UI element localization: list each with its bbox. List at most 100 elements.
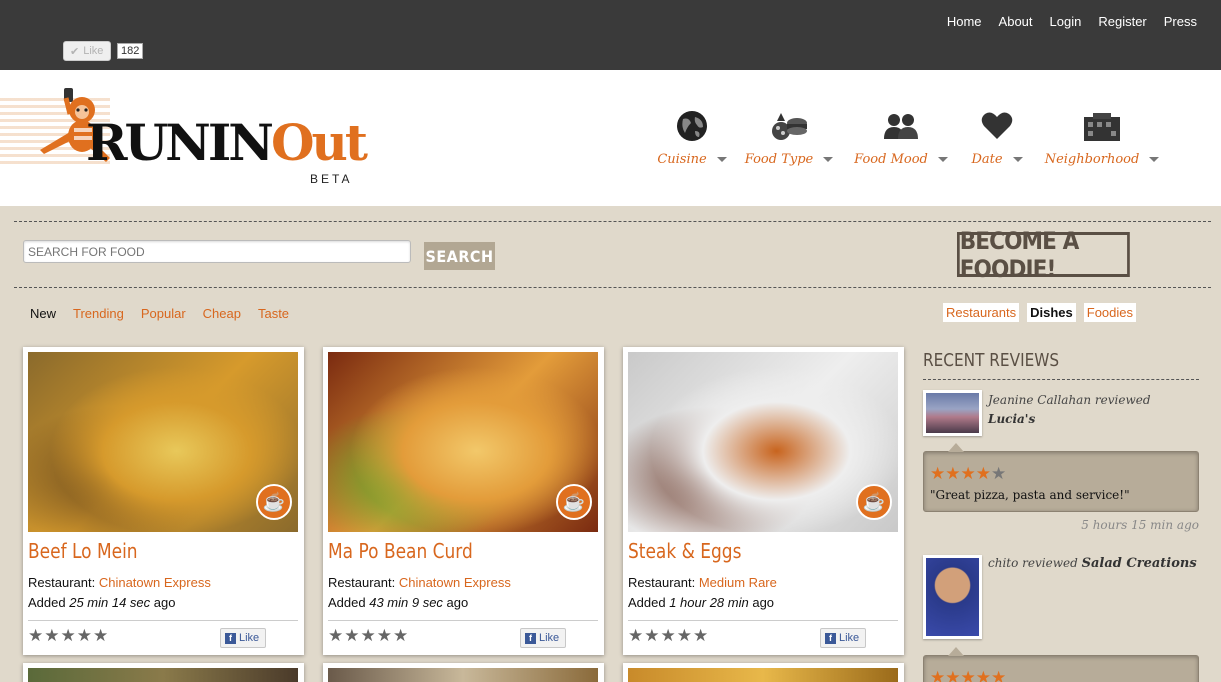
filter-popular[interactable]: Popular xyxy=(141,306,186,321)
facebook-like-button[interactable]: ✔ Like xyxy=(63,41,111,61)
ago-label: ago xyxy=(752,595,775,610)
star-icon: ★ xyxy=(960,464,976,483)
toggle-restaurants[interactable]: Restaurants xyxy=(943,303,1020,322)
added-time: 25 min 14 sec xyxy=(69,595,151,610)
star-icon: ★ xyxy=(76,626,93,645)
dish-bowl-icon: ☕ xyxy=(856,484,892,520)
filter-new[interactable]: New xyxy=(30,306,56,321)
facebook-icon: f xyxy=(525,632,536,644)
category-food-type[interactable]: Food Type xyxy=(745,108,830,167)
divider xyxy=(14,287,1211,288)
toggle-dishes[interactable]: Dishes xyxy=(1027,303,1076,322)
dish-rating[interactable]: ★★★★★ xyxy=(328,626,409,646)
dish-card[interactable]: ☕ Steak & Eggs Restaurant: Medium Rare A… xyxy=(623,347,904,655)
star-icon: ★ xyxy=(628,626,645,645)
star-icon: ★ xyxy=(644,626,661,645)
star-icon: ★ xyxy=(93,626,110,645)
review-place[interactable]: Salad Creations xyxy=(1082,556,1197,571)
dish-rating[interactable]: ★★★★★ xyxy=(628,626,709,646)
category-neighborhood[interactable]: Neighborhood xyxy=(1045,108,1154,167)
category-cuisine-label: Cuisine xyxy=(657,152,726,167)
category-nav: Cuisine Food Type Food Mood Date Neighbo… xyxy=(656,108,1154,167)
nav-home-link[interactable]: Home xyxy=(947,14,982,29)
review-bubble: ★★★★★ "Great pizza, pasta and service!" xyxy=(923,443,1199,512)
added-label: Added xyxy=(28,595,66,610)
dish-photo xyxy=(328,668,598,682)
review-place[interactable]: Lucia's xyxy=(988,412,1035,426)
star-icon: ★ xyxy=(360,626,377,645)
check-icon: ✔ xyxy=(70,45,80,58)
added-time: 43 min 9 sec xyxy=(369,595,443,610)
avatar[interactable] xyxy=(923,390,982,436)
category-cuisine[interactable]: Cuisine xyxy=(656,108,728,167)
dish-photo xyxy=(28,668,298,682)
added-label: Added xyxy=(328,595,366,610)
site-logo[interactable]: RUNINOut BETA xyxy=(0,88,370,188)
nav-login-link[interactable]: Login xyxy=(1050,14,1082,29)
logo-wordmark: RUNINOut xyxy=(86,118,368,168)
added-label: Added xyxy=(628,595,666,610)
star-icon: ★ xyxy=(975,464,991,483)
star-icon: ★ xyxy=(676,626,693,645)
divider xyxy=(28,620,298,621)
search-input[interactable] xyxy=(23,240,411,263)
recent-reviews-title: RECENT REVIEWS xyxy=(923,350,1060,371)
facebook-like-button[interactable]: f Like xyxy=(220,628,266,648)
star-icon: ★ xyxy=(930,668,946,682)
dish-title[interactable]: Beef Lo Mein xyxy=(28,539,138,563)
facebook-like-label: Like xyxy=(83,45,104,57)
review-verb: reviewed xyxy=(1094,393,1151,407)
food-type-icon xyxy=(769,108,809,144)
logo-beta-tag: BETA xyxy=(310,172,353,186)
filter-trending[interactable]: Trending xyxy=(73,306,124,321)
dish-card[interactable] xyxy=(23,663,304,682)
toggle-foodies[interactable]: Foodies xyxy=(1083,303,1136,322)
search-button[interactable]: SEARCH xyxy=(424,242,495,270)
dish-added: Added 1 hour 28 min ago xyxy=(628,595,774,610)
dish-title[interactable]: Ma Po Bean Curd xyxy=(328,539,473,563)
star-icon: ★ xyxy=(960,668,976,682)
restaurant-label: Restaurant: xyxy=(28,575,96,590)
restaurant-link[interactable]: Chinatown Express xyxy=(399,575,511,590)
restaurant-link[interactable]: Medium Rare xyxy=(699,575,777,590)
filter-taste[interactable]: Taste xyxy=(258,306,289,321)
facebook-like-button[interactable]: f Like xyxy=(820,628,866,648)
dish-card[interactable]: ☕ Beef Lo Mein Restaurant: Chinatown Exp… xyxy=(23,347,304,655)
dish-card[interactable] xyxy=(623,663,904,682)
nav-press-link[interactable]: Press xyxy=(1164,14,1197,29)
buildings-icon xyxy=(1082,108,1122,144)
dish-card[interactable] xyxy=(323,663,604,682)
star-icon: ★ xyxy=(60,626,77,645)
category-date[interactable]: Date xyxy=(971,108,1022,167)
filter-cheap[interactable]: Cheap xyxy=(203,306,241,321)
nav-register-link[interactable]: Register xyxy=(1098,14,1146,29)
dish-rating[interactable]: ★★★★★ xyxy=(28,626,109,646)
sort-filters: New Trending Popular Cheap Taste xyxy=(30,306,289,321)
divider xyxy=(628,620,898,621)
star-icon: ★ xyxy=(376,626,393,645)
review-user[interactable]: Jeanine Callahan xyxy=(988,393,1091,407)
restaurant-link[interactable]: Chinatown Express xyxy=(99,575,211,590)
star-icon: ★ xyxy=(991,464,1007,483)
review-timestamp: 5 hours 15 min ago xyxy=(1081,518,1199,532)
dish-bowl-icon: ☕ xyxy=(556,484,592,520)
avatar[interactable] xyxy=(923,555,982,639)
restaurant-label: Restaurant: xyxy=(328,575,396,590)
facebook-icon: f xyxy=(225,632,236,644)
view-toggles: Restaurants Dishes Foodies xyxy=(943,303,1136,322)
facebook-like-label: Like xyxy=(839,632,860,644)
facebook-like-count: 182 xyxy=(117,43,144,59)
divider xyxy=(328,620,598,621)
nav-about-link[interactable]: About xyxy=(999,14,1033,29)
review-user[interactable]: chito xyxy=(988,556,1018,570)
ago-label: ago xyxy=(153,595,176,610)
dish-card[interactable]: ☕ Ma Po Bean Curd Restaurant: Chinatown … xyxy=(323,347,604,655)
dish-restaurant: Restaurant: Chinatown Express xyxy=(28,575,211,590)
logo-wordmark-main: RUNIN xyxy=(86,113,274,172)
category-food-mood[interactable]: Food Mood xyxy=(854,108,944,167)
dish-title[interactable]: Steak & Eggs xyxy=(628,539,741,563)
become-a-foodie-button[interactable]: BECOME A FOODIE! xyxy=(957,227,1130,283)
avatar-photo xyxy=(926,393,979,433)
facebook-like-button[interactable]: f Like xyxy=(520,628,566,648)
review-header: Jeanine Callahan reviewed Lucia's xyxy=(988,391,1151,429)
